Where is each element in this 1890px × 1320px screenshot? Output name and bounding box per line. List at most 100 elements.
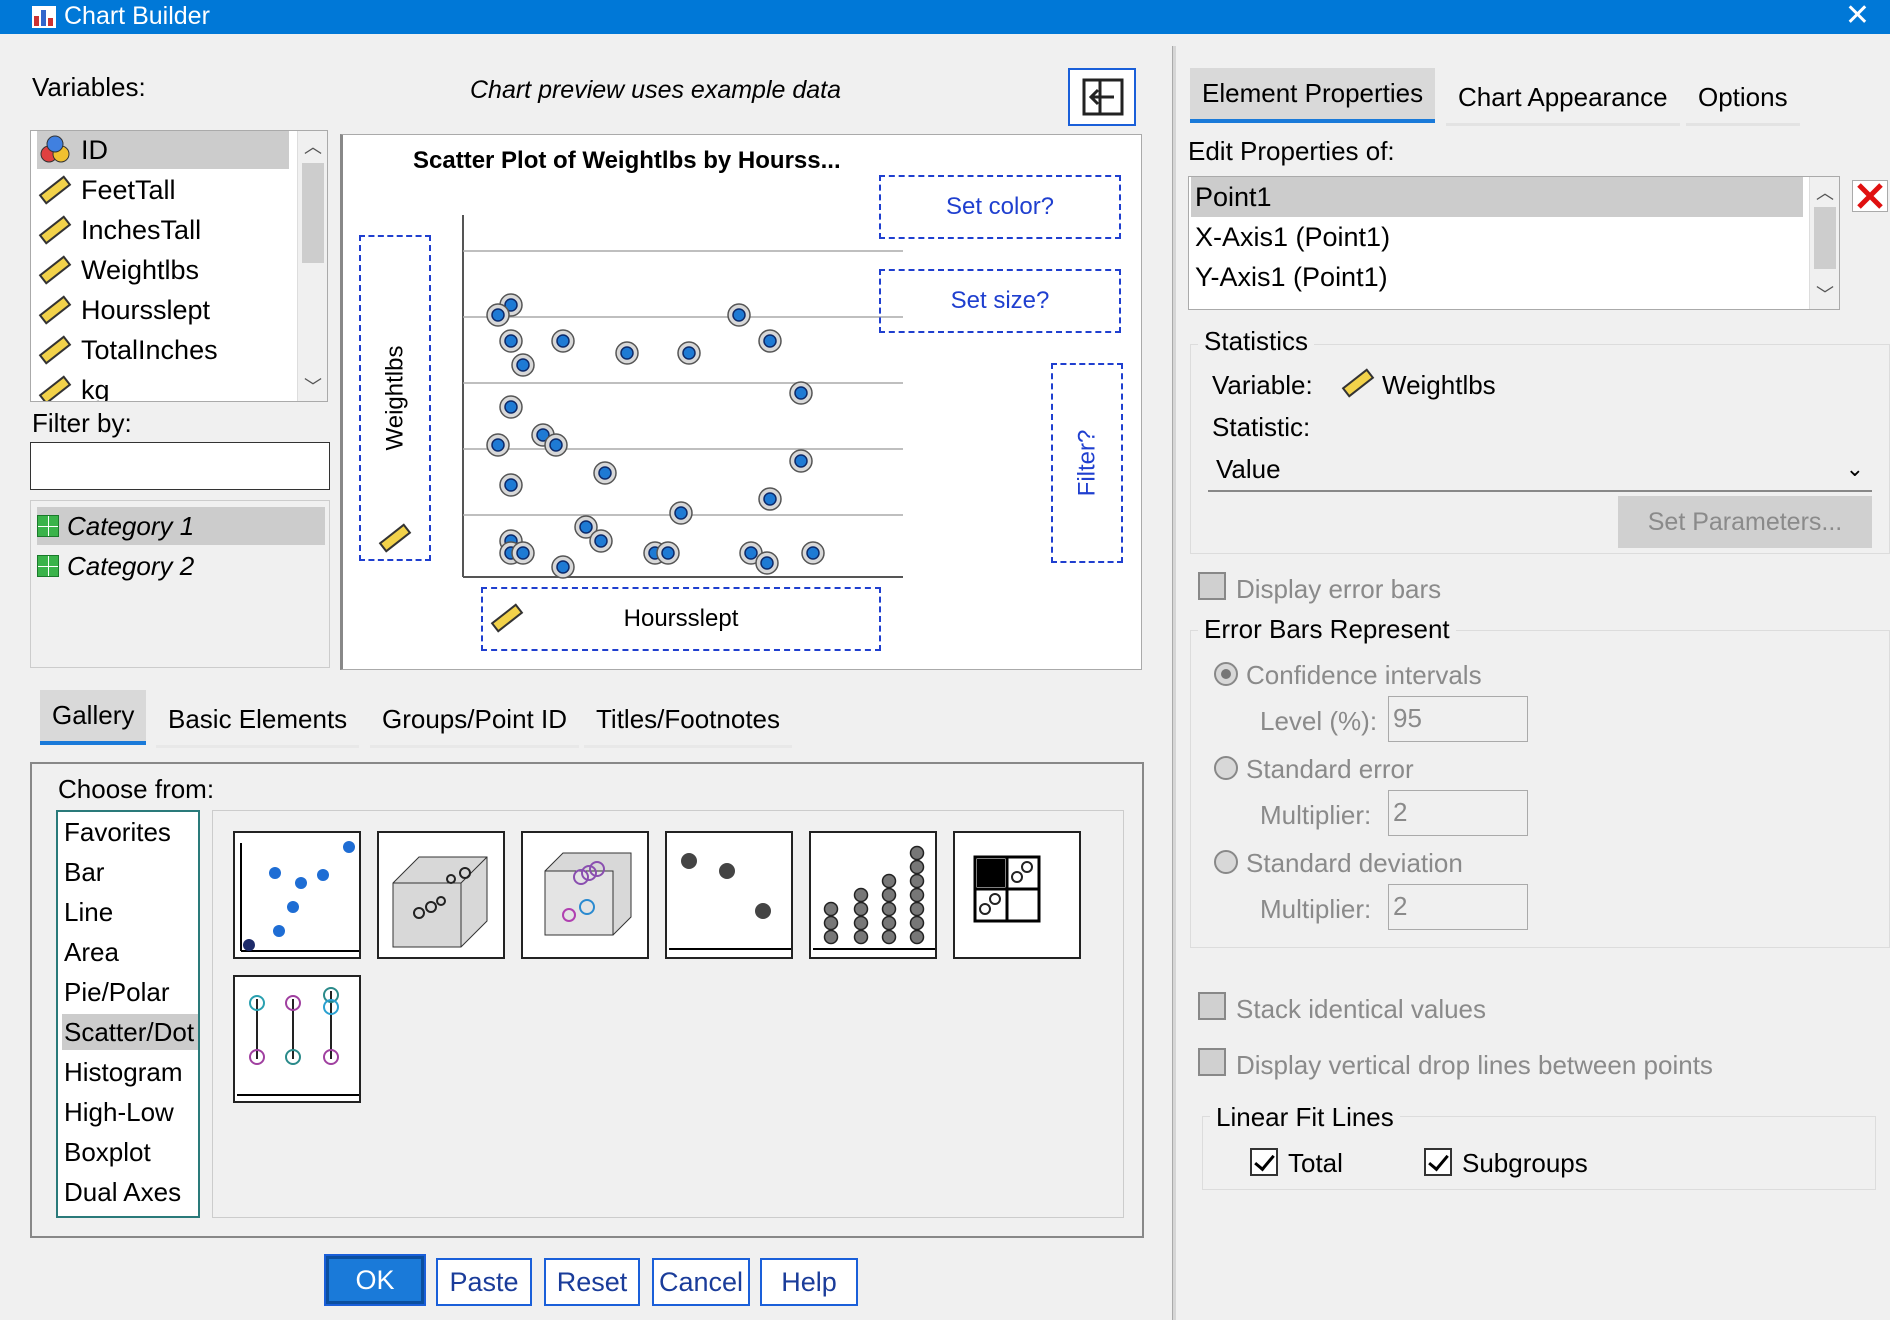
variable-label: FeetTall [81,174,176,205]
tab-chart-appearance[interactable]: Chart Appearance [1446,72,1680,126]
chart-type-item[interactable]: Bar [62,854,198,890]
preview-point [593,461,617,485]
standard-deviation-radio[interactable] [1214,850,1238,874]
dot-plot-dot [881,929,897,945]
variables-list[interactable]: ID FeetTall InchesTall Weightlbs Hourssl… [30,130,328,402]
fit-subgroups-checkbox[interactable] [1424,1148,1452,1176]
chart-type-item[interactable]: Dual Axes [62,1174,198,1210]
panel-toggle-icon [1082,78,1124,116]
category-item[interactable]: Category 1 [37,507,325,545]
chart-type-item[interactable]: Pie/Polar [62,974,198,1010]
tab-groups-point-id[interactable]: Groups/Point ID [370,694,579,748]
drop-lines-checkbox[interactable] [1198,1048,1226,1076]
reset-button[interactable]: Reset [544,1258,640,1306]
chart-preview-canvas[interactable]: Scatter Plot of Weightlbs by Hourss... S… [340,134,1142,670]
delete-element-button[interactable] [1852,180,1888,212]
close-window-button[interactable]: ✕ [1845,0,1870,33]
choose-from-label: Choose from: [58,774,215,804]
tab-element-properties[interactable]: Element Properties [1190,68,1436,123]
preview-point [511,353,535,377]
ruler-icon [38,255,72,285]
level-input[interactable]: 95 [1388,696,1528,742]
standard-error-radio[interactable] [1214,756,1238,780]
tab-options[interactable]: Options [1686,72,1800,126]
display-error-bars-checkbox[interactable] [1198,572,1226,600]
confidence-intervals-radio[interactable] [1214,662,1238,686]
3d-scatter-thumbnail[interactable] [377,831,505,959]
dot-plot-thumbnail[interactable] [809,831,937,959]
cancel-button[interactable]: Cancel [652,1258,750,1306]
statistic-select[interactable]: Value ⌄ [1208,448,1872,492]
paste-button[interactable]: Paste [436,1258,532,1306]
chart-type-item[interactable]: Histogram [62,1054,198,1090]
filter-drop-label: Filter? [1073,429,1100,497]
collapse-panel-button[interactable] [1068,68,1136,126]
variable-item[interactable]: kg [37,371,289,401]
properties-scrollbar[interactable]: ︿ ﹀ [1809,177,1839,309]
chart-type-item[interactable]: Scatter/Dot [62,1014,198,1050]
scroll-up-icon[interactable]: ︿ [1810,179,1839,205]
set-color-drop-zone[interactable]: Set color? [879,175,1121,239]
tab-basic-elements[interactable]: Basic Elements [156,694,360,748]
scroll-down-icon[interactable]: ﹀ [298,373,327,399]
set-size-drop-zone[interactable]: Set size? [879,269,1121,333]
set-parameters-button[interactable]: Set Parameters... [1618,496,1872,548]
scatterplot-matrix-thumbnail[interactable] [953,831,1081,959]
variable-item[interactable]: FeetTall [37,171,289,209]
drop-line-thumbnail[interactable] [233,975,361,1103]
chart-type-item[interactable]: Area [62,934,198,970]
ok-button[interactable]: OK [324,1254,426,1306]
preview-point [499,395,523,419]
fit-total-checkbox[interactable] [1250,1148,1278,1176]
chart-type-list[interactable]: Favorites Bar Line Area Pie/Polar Scatte… [56,810,200,1218]
scrollbar-thumb[interactable] [1814,207,1836,269]
scatterplot-matrix-icon [973,855,1041,923]
variable-item[interactable]: Weightlbs [37,251,289,289]
std-error-multiplier-input[interactable]: 2 [1388,790,1528,836]
y-axis-drop-zone[interactable]: Weightlbs [359,235,431,561]
linear-fit-lines-label: Linear Fit Lines [1210,1102,1400,1133]
simple-scatter-thumbnail[interactable] [233,831,361,959]
variable-item[interactable]: Hoursslept [37,291,289,329]
help-button[interactable]: Help [760,1258,858,1306]
preview-point [758,329,782,353]
level-label: Level (%): [1260,706,1378,736]
dot-plot-dot [853,929,869,945]
dot-plot-dot [909,845,925,861]
preview-point [789,381,813,405]
scroll-up-icon[interactable]: ︿ [298,133,327,159]
x-axis-drop-zone[interactable]: Hoursslept [481,587,881,651]
preview-point [551,329,575,353]
chart-type-item[interactable]: High-Low [62,1094,198,1130]
chart-type-item[interactable]: Line [62,894,198,930]
property-item[interactable]: Y-Axis1 (Point1) [1191,257,1803,297]
variable-item[interactable]: ID [37,131,289,169]
stack-identical-values-checkbox[interactable] [1198,992,1226,1020]
categories-list[interactable]: Category 1 Category 2 [30,500,330,668]
tab-gallery[interactable]: Gallery [40,690,147,745]
category-item[interactable]: Category 2 [37,547,325,585]
scroll-down-icon[interactable]: ﹀ [1810,281,1839,307]
variable-item[interactable]: TotalInches [37,331,289,369]
filter-input[interactable] [30,442,330,490]
scrollbar-thumb[interactable] [302,163,324,263]
tab-titles-footnotes[interactable]: Titles/Footnotes [584,694,793,748]
property-item[interactable]: X-Axis1 (Point1) [1191,217,1803,257]
std-dev-multiplier-input[interactable]: 2 [1388,884,1528,930]
variable-item[interactable]: InchesTall [37,211,289,249]
grouped-3d-scatter-thumbnail[interactable] [521,831,649,959]
summary-point-thumbnail[interactable] [665,831,793,959]
stack-identical-values-label: Stack identical values [1236,994,1487,1024]
drop-lines-label: Display vertical drop lines between poin… [1236,1050,1713,1080]
chart-type-item[interactable]: Favorites [62,814,198,850]
variables-scrollbar[interactable]: ︿ ﹀ [297,131,327,401]
panel-divider[interactable] [1172,46,1176,1320]
property-item[interactable]: Point1 [1191,177,1803,217]
dot-plot-dot [909,887,925,903]
statistics-variable-value: Weightlbs [1382,370,1496,400]
preview-point [727,303,751,327]
edit-properties-list[interactable]: Point1 X-Axis1 (Point1) Y-Axis1 (Point1)… [1188,176,1840,310]
chart-type-item[interactable]: Boxplot [62,1134,198,1170]
filter-drop-zone[interactable]: Filter? [1051,363,1123,563]
edit-properties-label: Edit Properties of: [1188,136,1395,166]
